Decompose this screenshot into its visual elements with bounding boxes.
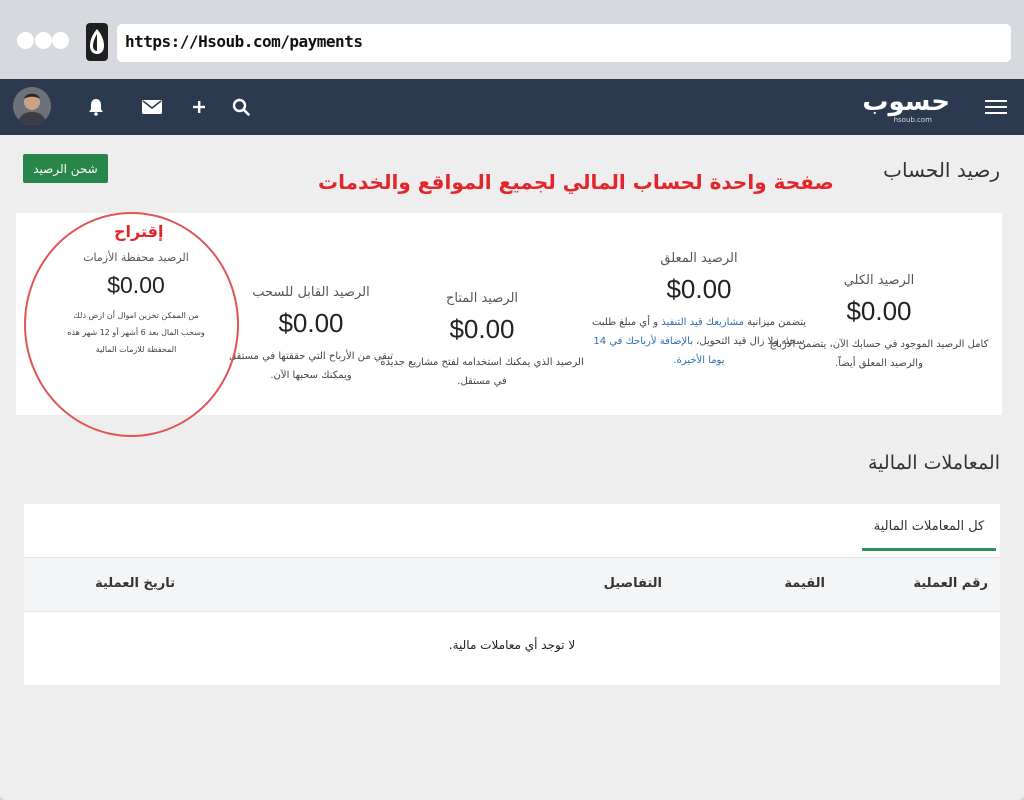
balance-amount: $0.00 — [666, 274, 732, 304]
window-dot[interactable] — [35, 32, 52, 49]
brand-subtitle: hsoub.com — [893, 116, 932, 124]
balance-description: يتضمن ميزانية مشاريعك قيد التنفيذ و أي م… — [564, 313, 834, 370]
avatar-image — [13, 87, 51, 125]
search-icon[interactable] — [230, 96, 252, 118]
transactions-title: المعاملات المالية — [868, 452, 1000, 474]
hamburger-icon[interactable] — [985, 98, 1007, 116]
column-header-value[interactable]: القيمة — [784, 576, 825, 591]
suggestion-label: إقتراح — [114, 222, 164, 241]
column-header-details[interactable]: التفاصيل — [604, 576, 662, 591]
table-header: رقم العملية القيمة التفاصيل تاريخ العملي… — [24, 557, 1000, 612]
desc-text: و أي مبلغ طلبت — [591, 317, 662, 328]
desc-line: ويمكنك سحبها الآن. — [270, 370, 352, 381]
window-dot[interactable] — [17, 32, 34, 49]
empty-state-message: لا توجد أي معاملات مالية. — [448, 638, 576, 652]
bell-icon[interactable] — [85, 96, 107, 118]
transactions-panel: كل المعاملات المالية رقم العملية القيمة … — [24, 504, 1000, 685]
suggestion-circle — [24, 212, 239, 437]
brand-logo[interactable]: حسوب hsoub.com — [862, 87, 950, 127]
avatar[interactable] — [13, 87, 51, 125]
balance-card-pending: الرصيد المعلق $0.00 يتضمن ميزانية مشاريع… — [564, 251, 834, 370]
brand-name: حسوب — [862, 87, 950, 117]
desc-text: سحبه ولا زال قيد التحويل، — [692, 336, 805, 347]
url-bar[interactable]: https://Hsoub.com/payments — [117, 24, 1011, 62]
top-navbar: حسوب hsoub.com — [0, 79, 1024, 135]
url-text: https://Hsoub.com/payments — [125, 32, 363, 51]
envelope-icon[interactable] — [141, 96, 163, 118]
column-header-date[interactable]: تاريخ العملية — [95, 576, 175, 591]
hsoub-drop-icon — [86, 23, 108, 61]
promo-annotation: صفحة واحدة لحساب المالي لجميع المواقع وا… — [318, 170, 834, 194]
column-header-id[interactable]: رقم العملية — [913, 576, 988, 591]
tab-all-transactions[interactable]: كل المعاملات المالية — [862, 504, 996, 551]
desc-text: يتضمن ميزانية — [743, 317, 807, 328]
charge-balance-button[interactable]: شحن الرصيد — [23, 154, 108, 183]
projects-in-progress-link[interactable]: مشاريعك قيد التنفيذ — [661, 317, 744, 328]
balance-label: الرصيد المعلق — [660, 251, 738, 266]
browser-window: https://Hsoub.com/payments حسوب hsoub.co — [0, 0, 1024, 800]
recent-earnings-link[interactable]: بالإضافة لأرباحك في 14 — [593, 336, 693, 347]
page-title: رصيد الحساب — [883, 158, 1000, 182]
plus-icon[interactable] — [188, 96, 210, 118]
browser-chrome: https://Hsoub.com/payments — [0, 0, 1024, 79]
recent-earnings-link[interactable]: يوما الأخيرة. — [673, 355, 724, 366]
window-dot[interactable] — [52, 32, 69, 49]
